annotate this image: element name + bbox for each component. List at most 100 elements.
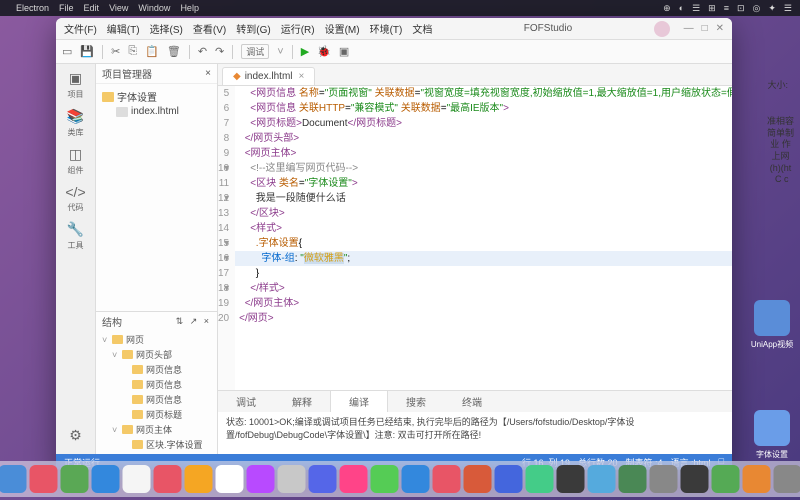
menu-doc[interactable]: 文档 — [412, 21, 432, 36]
menu-settings[interactable]: 设置(M) — [325, 21, 360, 36]
status-icon[interactable]: ⊞ — [708, 3, 716, 14]
menubar-edit[interactable]: Edit — [84, 3, 100, 13]
structure-panel-title: 结构 — [102, 314, 122, 329]
activity-settings[interactable]: ⚙ — [62, 427, 90, 446]
dock-app[interactable] — [588, 465, 616, 493]
menu-run[interactable]: 运行(R) — [281, 21, 315, 36]
menu-env[interactable]: 环境(T) — [370, 21, 403, 36]
bug-icon[interactable]: 🐞 — [317, 45, 331, 58]
gear-icon: ⚙ — [69, 427, 82, 444]
dock-app[interactable] — [309, 465, 337, 493]
code-content[interactable]: <网页信息 名称="页面视窗" 关联数据="视窗宽度=填充视窗宽度,初始缩放值=… — [235, 86, 732, 390]
structure-item[interactable]: ˅网页 — [98, 332, 215, 347]
structure-item[interactable]: 区块.字体设置 — [98, 437, 215, 452]
tree-file[interactable]: index.lhtml — [98, 105, 215, 118]
structure-item[interactable]: 网页信息 — [98, 362, 215, 377]
activity-tools[interactable]: 🔧工具 — [62, 221, 90, 251]
menu-file[interactable]: 文件(F) — [64, 21, 97, 36]
dock-app[interactable] — [185, 465, 213, 493]
menubar-app[interactable]: Electron — [16, 3, 49, 13]
menu-select[interactable]: 选择(S) — [150, 21, 183, 36]
dock-app[interactable] — [433, 465, 461, 493]
desktop-icon[interactable]: UniApp视频 — [750, 300, 794, 350]
dock-app[interactable] — [557, 465, 585, 493]
status-icon[interactable]: ◎ — [753, 3, 761, 14]
status-icon[interactable]: ☰ — [784, 3, 792, 14]
menubar-view[interactable]: View — [109, 3, 128, 13]
new-icon[interactable]: ▭ — [62, 45, 72, 58]
dock-app[interactable] — [247, 465, 275, 493]
menu-goto[interactable]: 转到(G) — [236, 21, 270, 36]
tab-search[interactable]: 搜索 — [388, 391, 444, 412]
dock-app[interactable] — [650, 465, 678, 493]
status-icon[interactable]: ≡ — [724, 3, 729, 13]
panel-controls[interactable]: ⇅ ↗ × — [176, 316, 211, 327]
dock-app[interactable] — [464, 465, 492, 493]
dock-app[interactable] — [774, 465, 800, 493]
console-output[interactable]: 状态: 10001>OK;编译或调试项目任务已经结束, 执行完毕后的路径为【/U… — [218, 412, 732, 454]
dock-app[interactable] — [526, 465, 554, 493]
paste-icon[interactable]: 📋 — [145, 45, 159, 58]
delete-icon[interactable]: 🗑 — [167, 45, 181, 58]
avatar[interactable] — [654, 21, 670, 37]
menu-edit[interactable]: 编辑(T) — [107, 21, 140, 36]
menubar-window[interactable]: Window — [138, 3, 170, 13]
menubar-file[interactable]: File — [59, 3, 74, 13]
activity-component[interactable]: ◫组件 — [62, 146, 90, 176]
dock-app[interactable] — [61, 465, 89, 493]
project-tree: 字体设置 index.lhtml — [96, 84, 217, 311]
desktop-icon[interactable]: 字体设置 — [750, 410, 794, 460]
dock-app[interactable] — [402, 465, 430, 493]
tab-compile[interactable]: 编译 — [330, 391, 388, 412]
code-editor[interactable]: 56789 ▾1011 ▾121314 ▾15 ▾1617 ▾181920 <网… — [218, 86, 732, 390]
dock-app[interactable] — [92, 465, 120, 493]
mode-select[interactable]: 调试 — [241, 44, 269, 59]
maximize-button[interactable]: □ — [702, 23, 708, 34]
dock-app[interactable] — [743, 465, 771, 493]
structure-item[interactable]: 网页标题 — [98, 407, 215, 422]
close-button[interactable]: ✕ — [716, 23, 724, 34]
dock-app[interactable] — [340, 465, 368, 493]
dock-app[interactable] — [123, 465, 151, 493]
structure-item[interactable]: 网页信息 — [98, 377, 215, 392]
status-icon[interactable]: ◐ — [679, 3, 684, 13]
tab-explain[interactable]: 解释 — [274, 391, 330, 412]
structure-item[interactable]: ˅网页主体 — [98, 422, 215, 437]
dock-app[interactable] — [681, 465, 709, 493]
status-icon[interactable]: ⊡ — [737, 3, 745, 14]
copy-icon[interactable]: ⎘ — [128, 45, 137, 58]
dock-app[interactable] — [30, 465, 58, 493]
menu-view[interactable]: 查看(V) — [193, 21, 226, 36]
cut-icon[interactable]: ✂ — [111, 45, 120, 58]
redo-icon[interactable]: ↷ — [215, 45, 224, 58]
activity-library[interactable]: 📚类库 — [62, 108, 90, 138]
run-icon[interactable]: ▶ — [301, 45, 309, 58]
editor-area: ◆ index.lhtml × 56789 ▾1011 ▾121314 ▾15 … — [218, 64, 732, 454]
dock-app[interactable] — [371, 465, 399, 493]
structure-item[interactable]: 网页信息 — [98, 392, 215, 407]
status-icon[interactable]: ✦ — [768, 3, 776, 14]
tab-debug[interactable]: 调试 — [218, 391, 274, 412]
dock-app[interactable] — [278, 465, 306, 493]
editor-tab[interactable]: ◆ index.lhtml × — [222, 67, 315, 85]
stop-icon[interactable]: ▣ — [339, 45, 349, 58]
dock-app[interactable] — [619, 465, 647, 493]
dock-app[interactable] — [495, 465, 523, 493]
activity-code[interactable]: </>代码 — [62, 184, 90, 213]
activity-project[interactable]: ▣项目 — [62, 70, 90, 100]
save-icon[interactable]: 💾 — [80, 45, 94, 58]
dock-app[interactable] — [154, 465, 182, 493]
status-icon[interactable]: ⊕ — [663, 3, 671, 14]
tab-terminal[interactable]: 终端 — [444, 391, 500, 412]
tree-folder[interactable]: 字体设置 — [98, 88, 215, 105]
menubar-help[interactable]: Help — [180, 3, 199, 13]
status-icon[interactable]: ☰ — [692, 3, 700, 14]
dock-app[interactable] — [712, 465, 740, 493]
dock-app[interactable] — [0, 465, 27, 493]
minimize-button[interactable]: — — [684, 23, 694, 34]
undo-icon[interactable]: ↶ — [198, 45, 207, 58]
dock-app[interactable] — [216, 465, 244, 493]
structure-item[interactable]: ˅网页头部 — [98, 347, 215, 362]
close-icon[interactable]: × — [299, 71, 305, 82]
close-icon[interactable]: × — [205, 68, 211, 79]
